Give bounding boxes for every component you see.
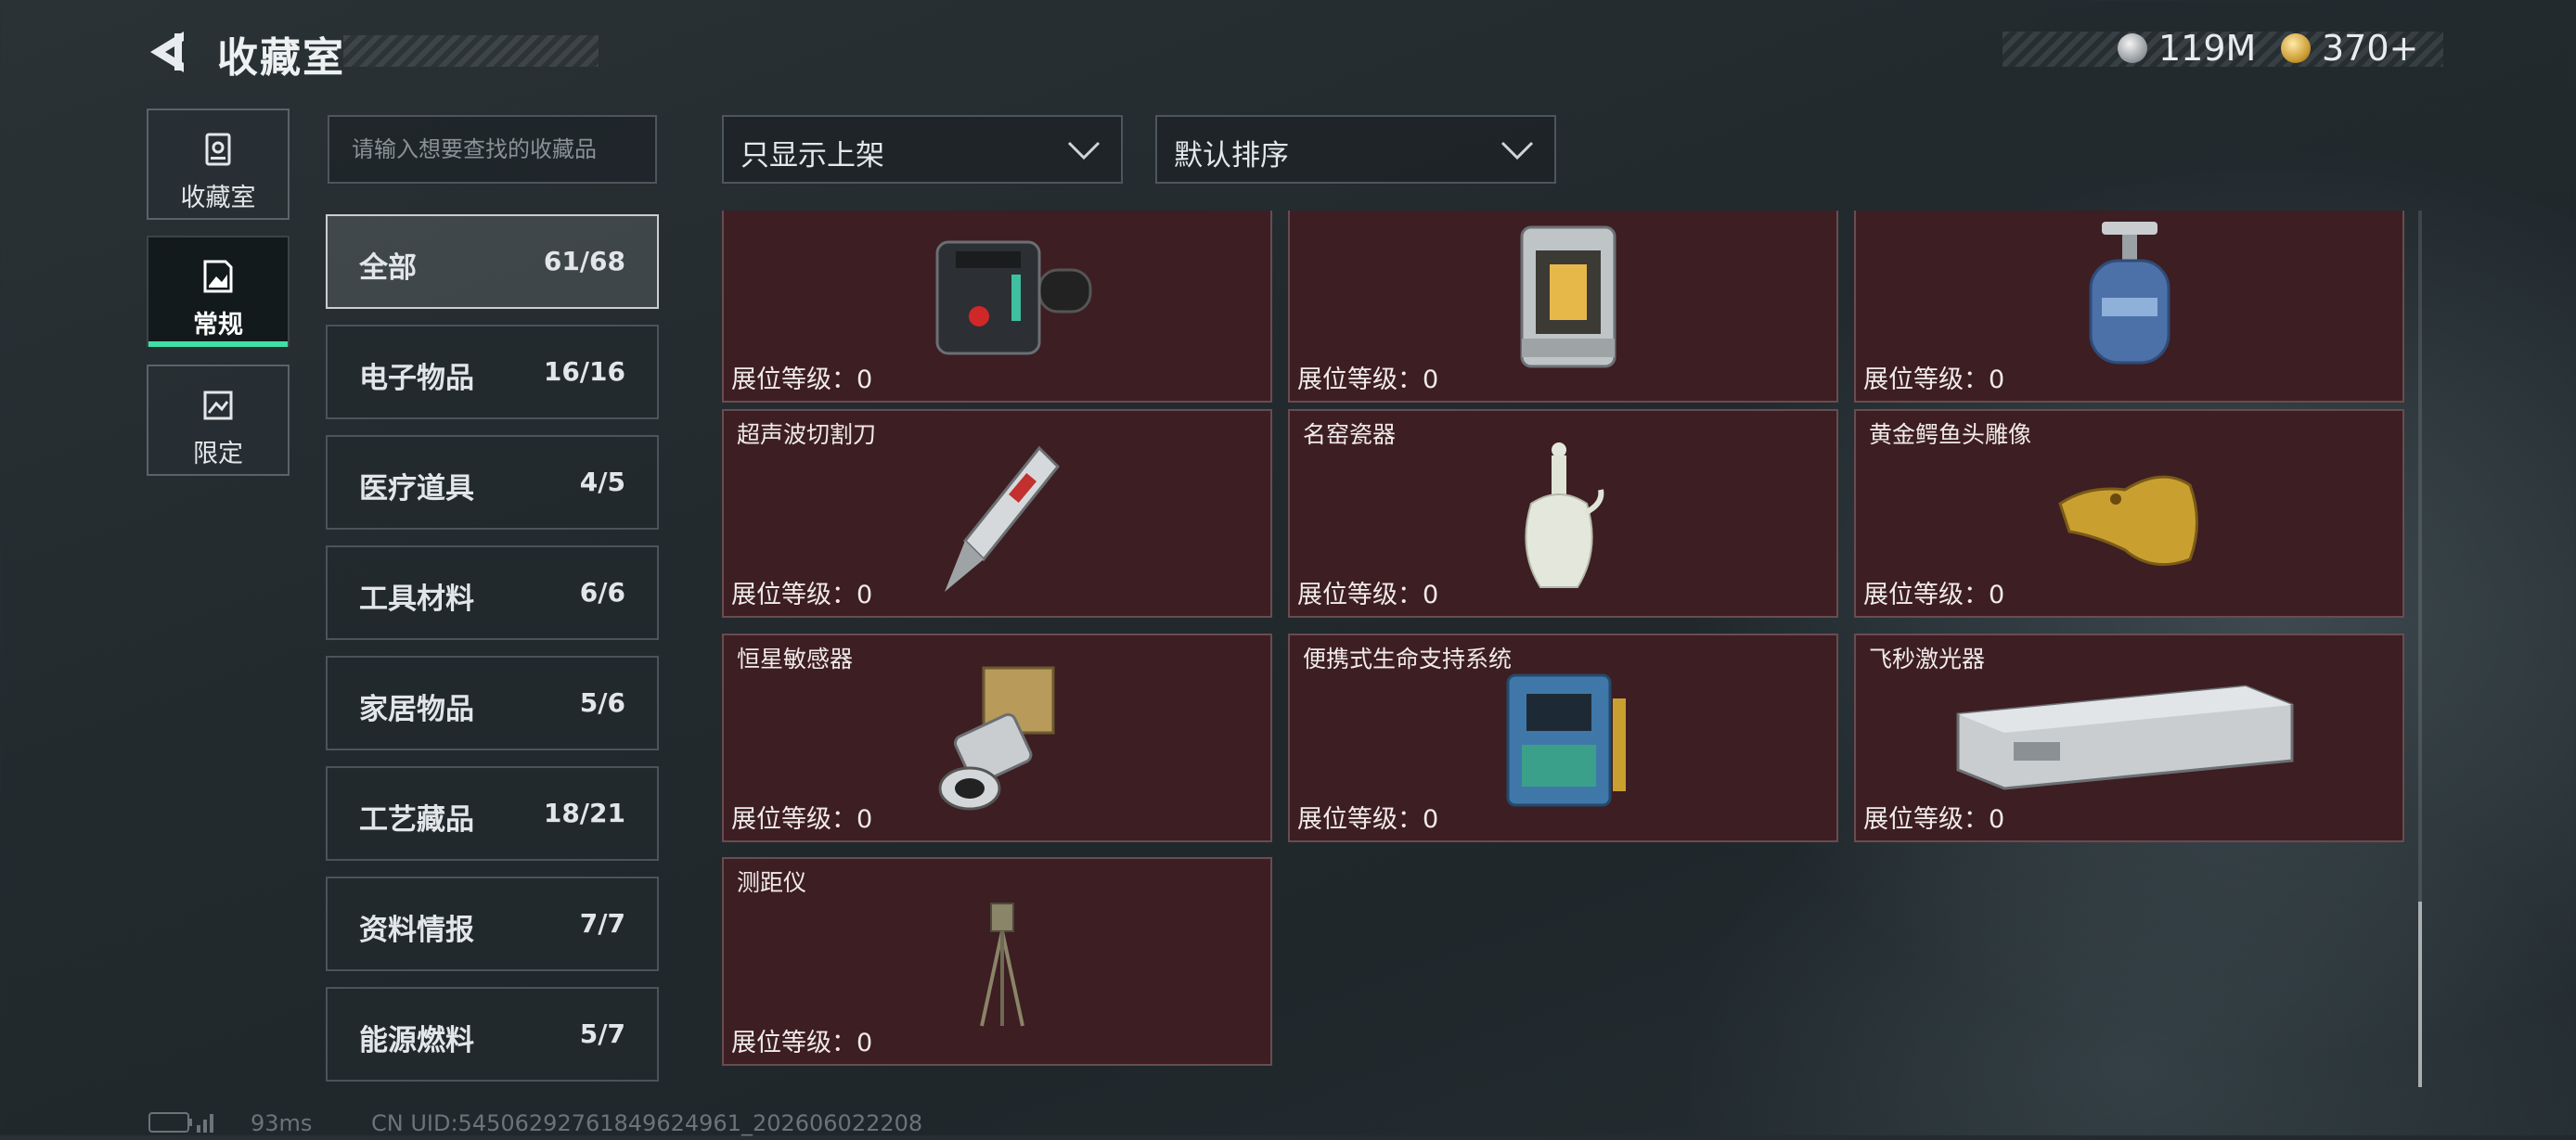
item-card[interactable]: 展位等级：0 [722,211,1272,403]
currency-gold[interactable]: 370+ [2281,28,2418,69]
item-level: 展位等级：0 [1863,581,2005,609]
title-decoration [343,35,599,67]
item-level: 展位等级：0 [1297,805,1439,834]
item-level: 展位等级：0 [1297,365,1439,394]
category-count: 18/21 [543,798,625,828]
search-box[interactable] [328,115,657,184]
item-card[interactable]: 黄金鳄鱼头雕像 展位等级：0 [1854,409,2404,618]
category-count: 61/68 [543,246,625,276]
rail-tab-label: 收藏室 [180,184,256,212]
back-button[interactable] [147,28,197,76]
item-card[interactable]: 恒星敏感器 展位等级：0 [722,634,1272,842]
gold-crocodile-icon [2058,475,2198,567]
category-count: 16/16 [543,356,625,387]
item-grid: 展位等级：0 展位等级：0 展位等级：0 超声波切割刀 展位等级：0 名窑瓷器 … [717,211,2409,1073]
item-name: 测距仪 [737,869,807,896]
item-level: 展位等级：0 [731,581,873,609]
category-name: 家居物品 [359,693,474,726]
category-name: 全部 [359,251,417,285]
item-card[interactable]: 展位等级：0 [1854,211,2404,403]
category-name: 电子物品 [359,362,474,395]
item-card[interactable]: 便携式生命支持系统 展位等级：0 [1288,634,1838,842]
item-name: 恒星敏感器 [737,646,854,672]
rail-tab-regular[interactable]: 常规 [147,236,290,347]
category-count: 7/7 [579,908,625,939]
item-name: 飞秒激光器 [1869,646,1986,672]
listing-filter-value: 只显示上架 [741,139,884,173]
currency-silver: 119M [2118,28,2256,69]
item-level: 展位等级：0 [1863,365,2005,394]
item-name: 名窑瓷器 [1303,421,1397,448]
reactor-core-icon [1520,225,1616,368]
silver-coin-icon [2118,33,2147,63]
gold-coin-icon [2281,33,2311,63]
chevron-down-icon [1501,141,1534,160]
item-card[interactable]: 超声波切割刀 展位等级：0 [722,409,1272,618]
rail-tab-label: 限定 [193,440,243,468]
porcelain-vase-icon [1525,442,1604,588]
category-all[interactable]: 全部 61/68 [326,214,659,309]
battery-icon [148,1112,213,1133]
page-title: 收藏室 [217,34,345,82]
currency-silver-value: 119M [2158,28,2257,69]
item-card[interactable]: 飞秒激光器 展位等级：0 [1854,634,2404,842]
sort-value: 默认排序 [1174,139,1289,173]
battery-indicator [148,1110,215,1140]
item-card[interactable]: 展位等级：0 [1288,211,1838,403]
active-indicator [148,341,288,347]
electronic-device-icon [935,240,1092,355]
item-card[interactable]: 名窑瓷器 展位等级：0 [1288,409,1838,618]
back-arrow-icon [150,32,184,72]
search-input[interactable] [329,117,655,182]
listing-filter-dropdown[interactable]: 只显示上架 [722,115,1123,184]
item-level: 展位等级：0 [1863,805,2005,834]
rail-tab-label: 常规 [193,311,243,339]
category-count: 4/5 [579,467,625,497]
rangefinder-icon [980,903,1024,1027]
scrollbar-thumb[interactable] [2418,902,2422,1087]
category-tools[interactable]: 工具材料 6/6 [326,545,659,640]
category-household[interactable]: 家居物品 5/6 [326,656,659,750]
category-count: 6/6 [579,577,625,608]
item-name: 超声波切割刀 [737,421,877,448]
category-count: 5/7 [579,1018,625,1049]
gas-canister-icon [2089,222,2170,365]
category-count: 5/6 [579,687,625,718]
category-name: 医疗道具 [359,472,474,506]
chevron-down-icon [1067,141,1101,160]
category-name: 能源燃料 [359,1024,474,1057]
star-sensor-icon [938,666,1055,811]
category-name: 工艺藏品 [359,803,474,837]
category-name: 资料情报 [359,914,474,947]
category-name: 工具材料 [359,583,474,616]
ultrasonic-knife-icon [945,445,1061,592]
user-uid: CN UID:545062927618496249​61_20260602220… [371,1110,923,1136]
rail-tab-limited[interactable]: 限定 [147,365,290,476]
category-electronics[interactable]: 电子物品 16/16 [326,325,659,419]
sort-dropdown[interactable]: 默认排序 [1155,115,1556,184]
category-medical[interactable]: 医疗道具 4/5 [326,435,659,530]
item-level: 展位等级：0 [731,805,873,834]
item-level: 展位等级：0 [1297,581,1439,609]
category-energy[interactable]: 能源燃料 5/7 [326,987,659,1082]
femtosecond-laser-icon [1956,685,2294,790]
category-crafts[interactable]: 工艺藏品 18/21 [326,766,659,861]
vault-icon [205,133,231,166]
document-icon [203,260,233,293]
ping-readout: 93ms [251,1110,313,1136]
currency-gold-value: 370+ [2322,28,2419,69]
item-name: 便携式生命支持系统 [1303,646,1513,672]
life-support-icon [1506,673,1626,807]
category-intel[interactable]: 资料情报 7/7 [326,877,659,971]
item-card[interactable]: 测距仪 展位等级：0 [722,857,1272,1066]
image-icon [203,391,233,420]
item-level: 展位等级：0 [731,365,873,394]
item-level: 展位等级：0 [731,1029,873,1057]
item-name: 黄金鳄鱼头雕像 [1869,421,2032,448]
rail-tab-vault[interactable]: 收藏室 [147,109,290,220]
